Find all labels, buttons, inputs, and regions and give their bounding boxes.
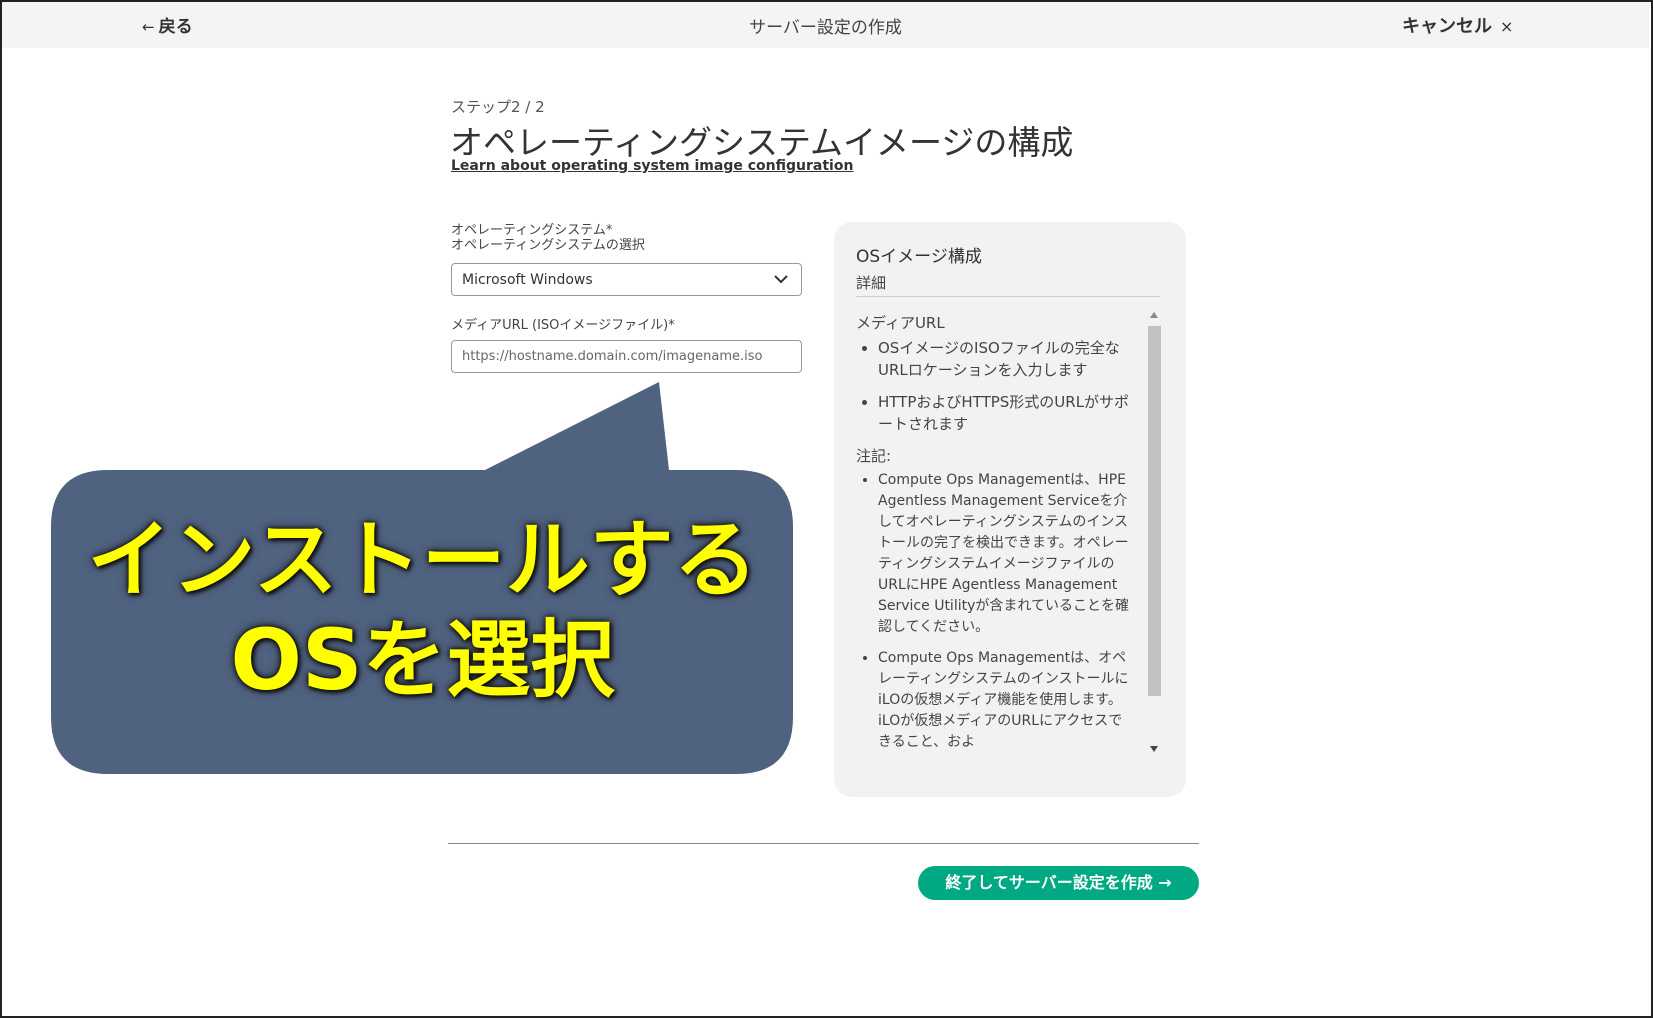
panel-scroll-area[interactable]: メディアURL OSイメージのISOファイルの完全なURLロケーションを入力しま…: [856, 304, 1136, 759]
finish-create-button[interactable]: 終了してサーバー設定を作成 →: [918, 866, 1199, 900]
media-url-input[interactable]: [451, 340, 802, 373]
list-item: Compute Ops Managementは、HPE Agentless Ma…: [878, 470, 1136, 638]
os-label: オペレーティングシステム* オペレーティングシステムの選択: [451, 223, 645, 253]
close-icon: ×: [1500, 17, 1514, 36]
notes-list: Compute Ops Managementは、HPE Agentless Ma…: [856, 470, 1136, 753]
top-bar: ← 戻る サーバー設定の作成 キャンセル ×: [2, 2, 1649, 48]
panel-divider: [856, 296, 1160, 297]
panel-title: OSイメージ構成: [856, 247, 982, 267]
os-label-line2: オペレーティングシステムの選択: [451, 238, 645, 253]
cancel-label: キャンセル: [1402, 16, 1492, 37]
list-item: HTTPおよびHTTPS形式のURLがサポートされます: [878, 391, 1136, 435]
callout-text: インストールする OSを選択: [50, 510, 795, 710]
scroll-up-icon[interactable]: [1150, 312, 1158, 318]
media-url-label: メディアURL (ISOイメージファイル)*: [451, 318, 675, 333]
footer-divider: [448, 843, 1199, 844]
scroll-down-icon[interactable]: [1150, 746, 1158, 752]
notes-heading: 注記:: [856, 447, 892, 465]
callout-line2: OSを選択: [230, 611, 615, 709]
media-url-list: OSイメージのISOファイルの完全なURLロケーションを入力します HTTPおよ…: [856, 337, 1136, 435]
scrollbar-thumb[interactable]: [1148, 326, 1161, 696]
panel-subtitle: 詳細: [856, 274, 887, 292]
os-image-info-panel: OSイメージ構成 詳細 メディアURL OSイメージのISOファイルの完全なUR…: [834, 222, 1186, 797]
page-title: オペレーティングシステムイメージの構成: [450, 123, 1074, 162]
os-select-value: Microsoft Windows: [462, 272, 593, 288]
chevron-down-icon: [774, 275, 788, 284]
list-item: OSイメージのISOファイルの完全なURLロケーションを入力します: [878, 337, 1136, 381]
media-url-heading: メディアURL: [856, 314, 945, 332]
step-indicator: ステップ2 / 2: [451, 98, 545, 116]
callout-line1: インストールする: [87, 511, 758, 609]
list-item: Compute Ops Managementは、オペレーティングシステムのインス…: [878, 648, 1136, 753]
panel-scrollbar[interactable]: [1146, 312, 1162, 762]
os-label-line1: オペレーティングシステム*: [451, 223, 613, 238]
os-select[interactable]: Microsoft Windows: [451, 263, 802, 296]
learn-more-link[interactable]: Learn about operating system image confi…: [451, 158, 853, 174]
cancel-button[interactable]: キャンセル ×: [1402, 12, 1513, 38]
